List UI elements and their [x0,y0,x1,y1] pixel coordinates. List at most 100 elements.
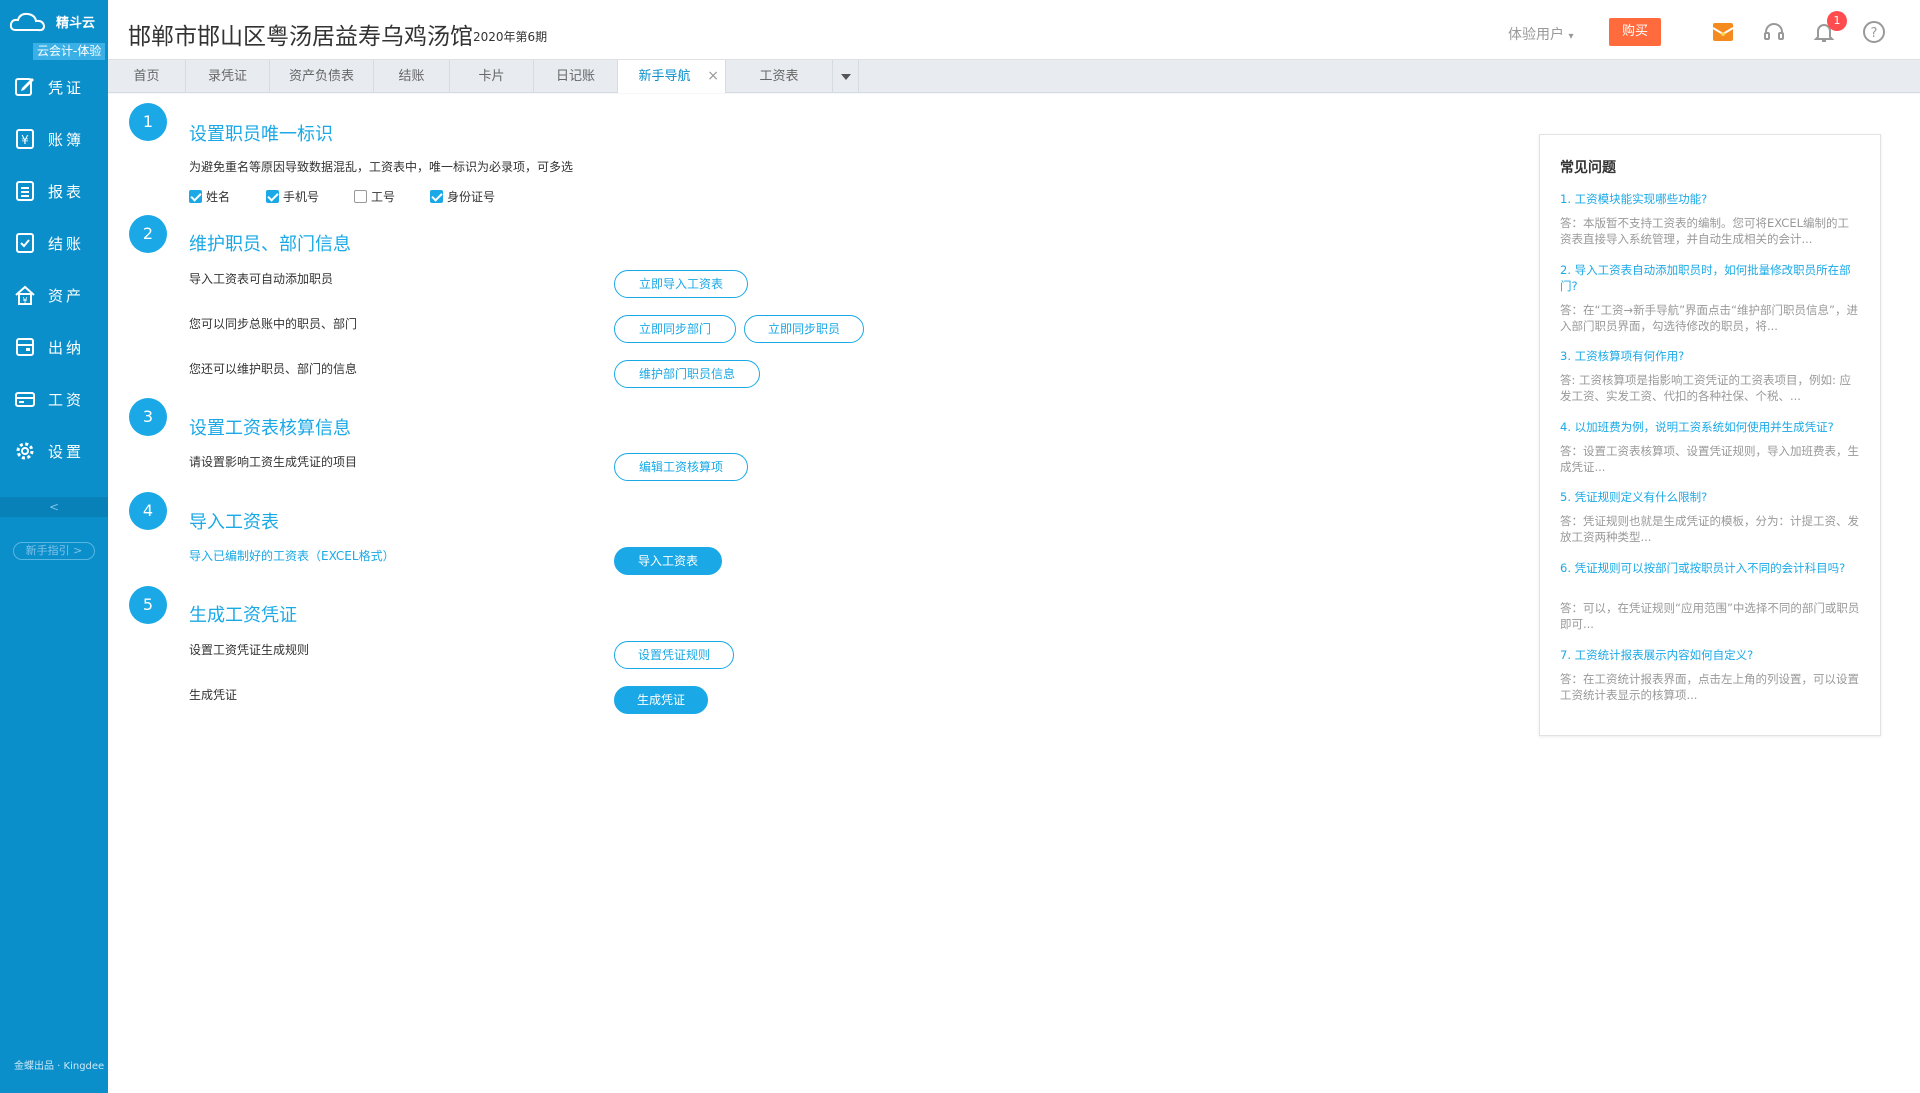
ledger-icon: ¥ [16,129,34,149]
checkbox-label: 姓名 [206,190,231,204]
logo[interactable]: 精斗云 云会计-体验 [0,0,108,60]
faq-answer: 答：在工资统计报表界面，点击左上角的列设置，可以设置工资统计表显示的核算项... [1560,672,1859,702]
sidebar-item-checkout[interactable]: 结账 [0,221,108,265]
faq-question[interactable]: 6. 凭证规则可以按部门或按职员计入不同的会计科目吗? [1560,560,1860,576]
faq-answer: 答: 工资核算项是指影响工资凭证的工资表项目，例如: 应发工资、实发工资、代扣的… [1560,373,1852,403]
faq-answer: 答：设置工资表核算项、设置凭证规则，导入加班费表，生成凭证... [1560,444,1859,474]
main-content: 1 设置职员唯一标识 为避免重名等原因导致数据混乱，工资表中，唯一标识为必录项，… [108,94,1920,1093]
gift-icon[interactable] [1711,20,1735,44]
sidebar-item-label: 账簿 [48,130,85,149]
step-2-title: 维护职员、部门信息 [189,234,351,255]
step-1-number: 1 [129,103,167,141]
step-4-row-1-text: 导入已编制好的工资表（EXCEL格式） [189,549,395,563]
checkbox-icon [266,190,279,203]
kingdee-footer: 金蝶出品 · Kingdee [14,1061,105,1072]
checkbox-icon [189,190,202,203]
svg-text:¥: ¥ [21,133,29,147]
step-5-title: 生成工资凭证 [189,605,297,626]
buy-button[interactable]: 购买 [1609,18,1661,46]
sidebar-item-label: 设置 [48,442,85,461]
checkbox-name[interactable]: 姓名 [189,188,230,205]
tab-card[interactable]: 卡片 [450,60,534,93]
faq-question[interactable]: 2. 导入工资表自动添加职员时，如何批量修改职员所在部门? [1560,262,1860,294]
sidebar-item-label: 出纳 [48,338,85,357]
step-4-number: 4 [129,492,167,530]
sidebar-item-settings[interactable]: 设置 [0,429,108,473]
checkbox-phone[interactable]: 手机号 [266,188,319,205]
cloud-logo-icon [9,12,46,32]
faq-answer: 答：可以，在凭证规则“应用范围”中选择不同的部门或职员即可... [1560,601,1860,631]
tab-salary-sheet[interactable]: 工资表 [726,60,833,93]
faq-answer: 答：凭证规则也就是生成凭证的模板，分为：计提工资、发放工资两种类型... [1560,514,1859,544]
step-1-desc: 为避免重名等原因导致数据混乱，工资表中，唯一标识为必录项，可多选 [189,160,574,174]
sidebar-item-ledger[interactable]: ¥ 账簿 [0,117,108,161]
sidebar-collapse-button[interactable]: < [0,497,108,517]
step-3-title: 设置工资表核算信息 [189,418,351,439]
tab-voucher-entry[interactable]: 录凭证 [186,60,270,93]
faq-question[interactable]: 7. 工资统计报表展示内容如何自定义? [1560,647,1860,663]
sync-department-button[interactable]: 立即同步部门 [614,315,736,343]
tab-journal[interactable]: 日记账 [534,60,618,93]
set-voucher-rules-button[interactable]: 设置凭证规则 [614,641,734,669]
sidebar-item-label: 工资 [48,390,85,409]
user-menu[interactable]: 体验用户 ▾ [1508,24,1573,44]
step-2-row-1-text: 导入工资表可自动添加职员 [189,272,334,286]
cashier-icon [16,338,34,356]
step-1-title: 设置职员唯一标识 [189,124,333,145]
newbie-guide-button[interactable]: 新手指引 > [13,542,95,560]
notification-badge: 1 [1827,11,1847,31]
gear-icon [16,442,34,460]
faq-question[interactable]: 3. 工资核算项有何作用? [1560,348,1860,364]
edit-icon [15,78,34,96]
faq-title: 常见问题 [1560,160,1616,176]
tab-newbie-guide[interactable]: 新手导航 × [618,60,726,93]
step-3-row-1-text: 请设置影响工资生成凭证的项目 [189,455,358,469]
sync-employee-button[interactable]: 立即同步职员 [744,315,864,343]
maintain-dept-employee-button[interactable]: 维护部门职员信息 [614,360,760,388]
faq-answer: 答：本版暂不支持工资表的编制。您可将EXCEL编制的工资表直接导入系统管理，并自… [1560,216,1850,246]
step-3-number: 3 [129,398,167,436]
chevron-down-icon: ▾ [1568,31,1574,42]
sidebar-item-voucher[interactable]: 凭证 [0,65,108,109]
company-name: 邯郸市邯山区粤汤居益寿乌鸡汤馆 [128,24,473,50]
faq-question[interactable]: 5. 凭证规则定义有什么限制? [1560,489,1860,505]
logo-text: 精斗云 [56,16,96,31]
svg-text:¥: ¥ [22,296,27,305]
faq-panel: 常见问题 1. 工资模块能实现哪些功能? 答：本版暂不支持工资表的编制。您可将E… [1539,134,1881,736]
import-salary-now-button[interactable]: 立即导入工资表 [614,270,748,298]
checkbox-employee-id[interactable]: 工号 [354,188,395,205]
generate-voucher-button[interactable]: 生成凭证 [614,686,708,714]
report-icon [16,181,34,201]
sidebar-item-report[interactable]: 报表 [0,169,108,213]
svg-text:?: ? [1871,26,1878,41]
sidebar-item-cashier[interactable]: 出纳 [0,325,108,369]
headset-icon[interactable] [1762,20,1786,44]
edition-badge: 云会计-体验 [33,43,106,60]
help-icon[interactable]: ? [1862,20,1886,44]
checkbox-id-card[interactable]: 身份证号 [430,188,495,205]
step-4-title: 导入工资表 [189,512,279,533]
step-2-number: 2 [129,215,167,253]
step-5-row-1-text: 设置工资凭证生成规则 [189,643,310,657]
tab-balance-sheet[interactable]: 资产负债表 [270,60,374,93]
accounting-period[interactable]: 2020年第6期 [473,28,547,45]
tab-checkout[interactable]: 结账 [374,60,450,93]
faq-question[interactable]: 1. 工资模块能实现哪些功能? [1560,191,1860,207]
faq-question[interactable]: 4. 以加班费为例，说明工资系统如何使用并生成凭证? [1560,419,1860,435]
sidebar-item-label: 凭证 [48,78,85,97]
import-salary-button[interactable]: 导入工资表 [614,547,722,575]
sidebar-item-salary[interactable]: 工资 [0,377,108,421]
close-icon[interactable]: × [707,60,719,93]
edit-salary-items-button[interactable]: 编辑工资核算项 [614,453,748,481]
sidebar-item-label: 资产 [48,286,85,305]
faq-answer: 答：在“工资→新手导航”界面点击“维护部门职员信息”，进入部门职员界面，勾选待修… [1560,303,1858,333]
salary-icon [15,392,35,407]
sidebar-item-asset[interactable]: ¥ 资产 [0,273,108,317]
sidebar-item-label: 结账 [48,234,85,253]
user-name: 体验用户 [1508,27,1564,43]
tab-home[interactable]: 首页 [108,60,186,93]
sidebar: 精斗云 云会计-体验 凭证 ¥ 账簿 报表 结账 ¥ 资产 出纳 工资 设置 <… [0,0,108,1093]
checkout-icon [16,233,34,253]
tab-more-dropdown-icon[interactable] [833,60,859,93]
checkbox-label: 手机号 [283,190,320,204]
